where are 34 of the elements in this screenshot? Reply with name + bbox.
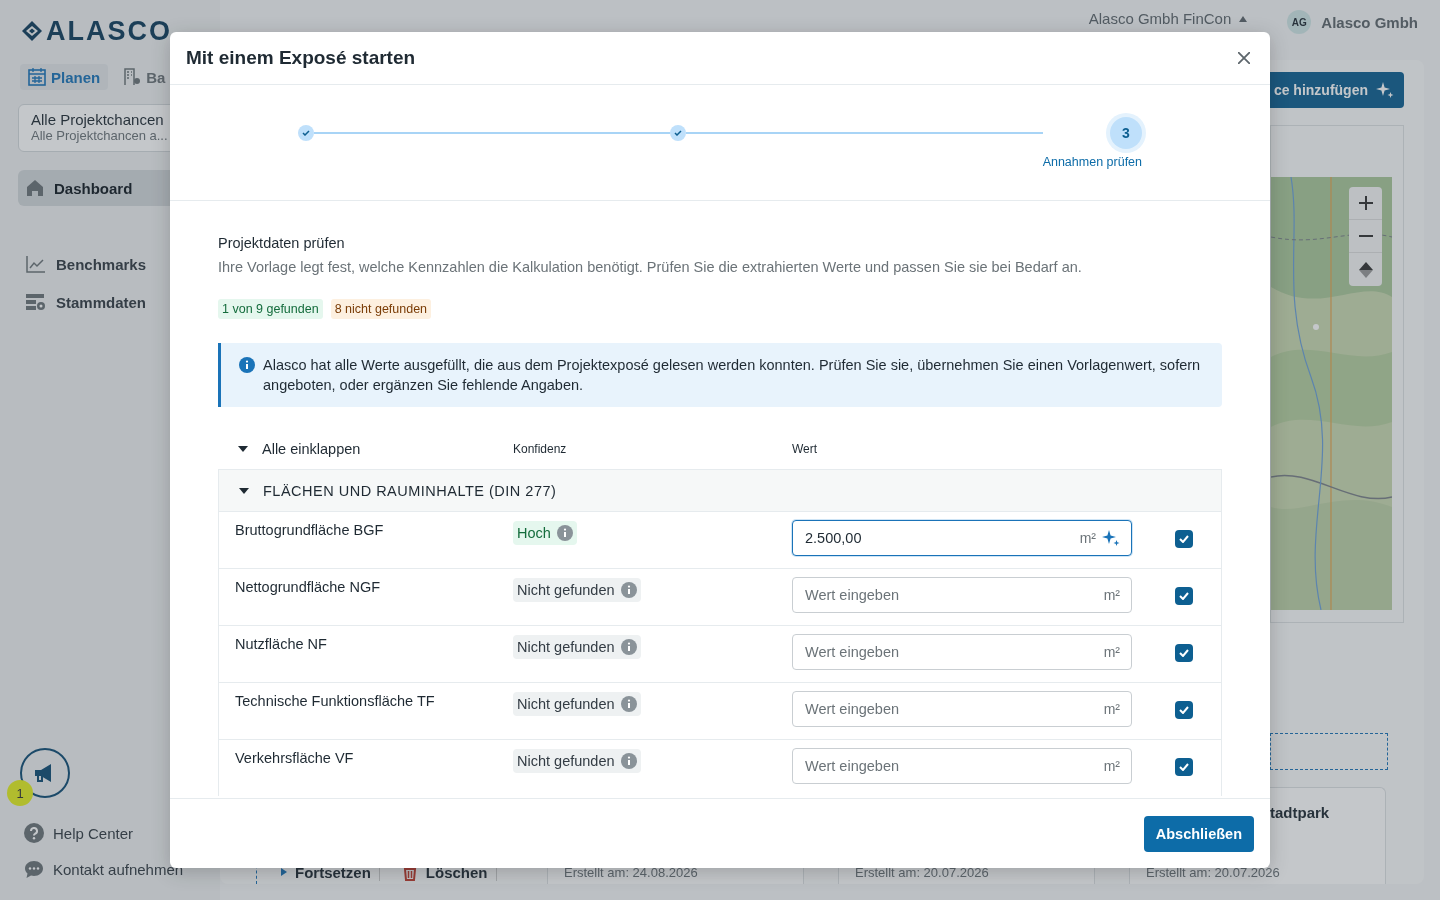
confidence-tag: Nicht gefunden	[513, 749, 641, 773]
status-tag: 8 nicht gefunden	[330, 299, 432, 319]
dialog-title: Mit einem Exposé starten	[186, 47, 416, 69]
avatar: AG	[1287, 10, 1312, 34]
column-header: Wert	[792, 442, 819, 456]
section-description: Ihre Vorlage legt fest, welche Kennzahlen die Kalkulation benötigt. Prüfen Sie die extrahierten Werte und passen Sie sie bei Bedarf an.	[218, 259, 1083, 275]
confidence-tag: Nicht gefunden	[513, 692, 641, 716]
card-date: Erstellt am: 20.07.2026	[1146, 865, 1281, 880]
field-label: Nutzfläche NF	[235, 635, 328, 654]
field-label: Technische Funktionsfläche TF	[235, 692, 436, 711]
card-date: Erstellt am: 24.08.2026	[564, 865, 699, 880]
section-title: Projektdaten prüfen	[218, 235, 346, 251]
selector-title: Alle Projektchancen	[31, 111, 165, 128]
column-header: Konfidenz	[513, 442, 568, 456]
card-date: Erstellt am: 20.07.2026	[855, 865, 990, 880]
selector-subtitle: Alle Projektchancen a...	[31, 128, 169, 143]
status-tag: 1 von 9 gefunden	[218, 299, 323, 319]
unit-label: m²	[1079, 530, 1096, 546]
unit-label: m²	[1103, 587, 1120, 603]
confidence-tag: Nicht gefunden	[513, 635, 641, 659]
step-label: Annahmen prüfen	[1042, 155, 1142, 169]
user-name: Alasco Gmbh	[1321, 13, 1418, 31]
info-text: Alasco hat alle Werte ausgefüllt, die aus dem Projektexposé gelesen werden konnten. Prüfen Sie sie, übernehmen Sie einen Vorlagenwert, sofern angeboten, oder ergänzen Sie fehlende Angaben.	[263, 356, 1202, 395]
card-title: tadtpark	[1270, 804, 1331, 821]
logo-text: ALASCO	[46, 15, 172, 47]
unit-label: m²	[1103, 758, 1120, 774]
field-label: Nettogrundfläche NGF	[235, 578, 382, 597]
unit-label: m²	[1103, 644, 1120, 660]
notification-badge: 1	[7, 780, 33, 806]
field-label: Bruttogrundfläche BGF	[235, 521, 385, 540]
field-label: Verkehrsfläche VF	[235, 749, 355, 768]
confidence-tag: Hoch	[513, 521, 577, 545]
confidence-tag: Nicht gefunden	[513, 578, 641, 602]
unit-label: m²	[1103, 701, 1120, 717]
